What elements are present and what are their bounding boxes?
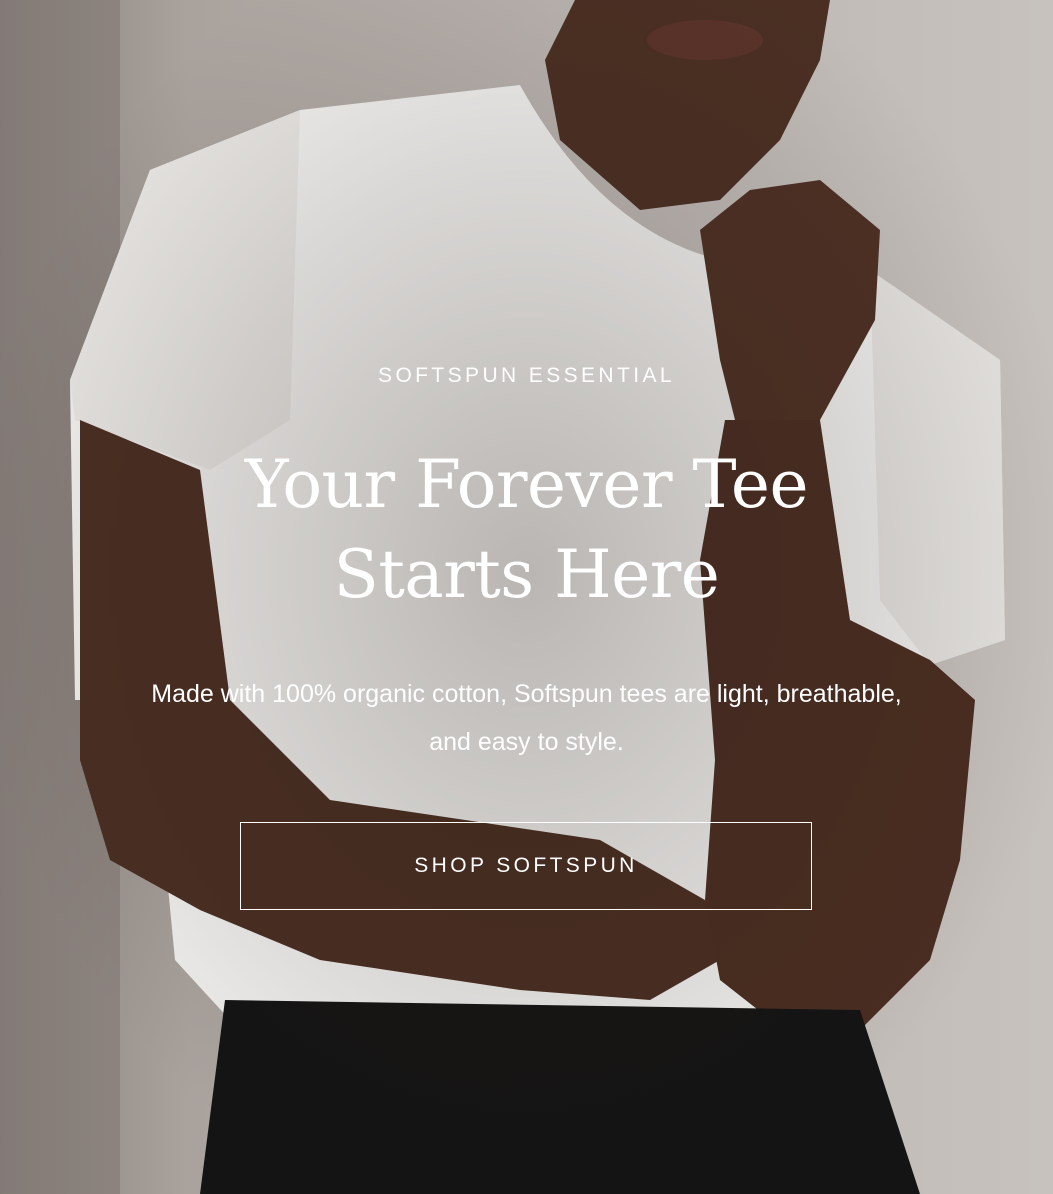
- hero-headline: Your Forever Tee Starts Here: [0, 440, 1053, 620]
- headline-line-1: Your Forever Tee: [244, 446, 809, 523]
- headline-line-2: Starts Here: [333, 536, 720, 613]
- eyebrow-label: SOFTSPUN ESSENTIAL: [378, 364, 675, 387]
- hero-description: Made with 100% organic cotton, Softspun …: [151, 680, 902, 756]
- hero-banner: SOFTSPUN ESSENTIAL Your Forever Tee Star…: [0, 0, 1053, 1194]
- shop-softspun-button-label: SHOP SOFTSPUN: [414, 854, 638, 877]
- hero-content: SOFTSPUN ESSENTIAL Your Forever Tee Star…: [0, 0, 1053, 1194]
- shop-softspun-button[interactable]: SHOP SOFTSPUN: [240, 822, 812, 910]
